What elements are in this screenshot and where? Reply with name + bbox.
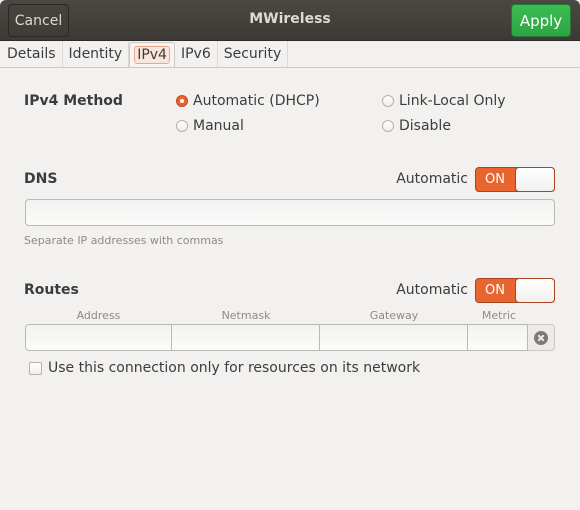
radio-unchecked-icon [176, 120, 188, 132]
dns-label: DNS [24, 171, 58, 187]
radio-disable[interactable]: Disable [382, 118, 451, 134]
radio-label: Disable [399, 118, 451, 134]
switch-state-text: ON [485, 283, 505, 298]
tab-identity[interactable]: Identity [63, 41, 130, 67]
ipv4-method-label: IPv4 Method [24, 93, 123, 109]
radio-manual[interactable]: Manual [176, 118, 244, 134]
delete-route-button[interactable] [528, 324, 555, 351]
tab-ipv6[interactable]: IPv6 [175, 41, 218, 67]
tab-security[interactable]: Security [218, 41, 289, 67]
tab-label: Identity [68, 46, 123, 62]
checkbox-label: Use this connection only for resources o… [48, 360, 421, 376]
tab-label: Details [7, 46, 56, 62]
switch-state-text: ON [485, 172, 505, 187]
routes-automatic-switch[interactable]: ON [475, 278, 555, 303]
tab-label: Security [223, 46, 282, 62]
radio-checked-icon [176, 95, 188, 107]
switch-knob [515, 278, 555, 303]
column-header-netmask: Netmask [221, 309, 271, 322]
radio-automatic-dhcp[interactable]: Automatic (DHCP) [176, 93, 320, 109]
route-row [25, 324, 555, 351]
switch-knob [515, 167, 555, 192]
only-resources-checkbox[interactable]: Use this connection only for resources o… [29, 360, 420, 376]
routes-label: Routes [24, 282, 79, 298]
dns-hint: Separate IP addresses with commas [24, 234, 224, 247]
close-circle-icon [534, 330, 548, 345]
tab-details[interactable]: Details [0, 41, 63, 67]
route-netmask-input[interactable] [172, 324, 320, 351]
column-header-metric: Metric [481, 309, 517, 322]
route-address-input[interactable] [25, 324, 172, 351]
header-bar: Cancel MWireless Apply [0, 0, 580, 41]
tab-ipv4[interactable]: IPv4 [129, 42, 175, 67]
radio-link-local-only[interactable]: Link-Local Only [382, 93, 506, 109]
tab-bar: Details Identity IPv4 IPv6 Security [0, 41, 580, 68]
radio-label: Link-Local Only [399, 93, 506, 109]
route-gateway-input[interactable] [320, 324, 468, 351]
dns-automatic-switch[interactable]: ON [475, 167, 555, 192]
tab-label: IPv4 [134, 46, 170, 64]
apply-button[interactable]: Apply [511, 4, 571, 37]
radio-label: Manual [193, 118, 244, 134]
tab-label: IPv6 [180, 46, 211, 62]
route-metric-input[interactable] [468, 324, 528, 351]
dns-input[interactable] [25, 199, 555, 226]
routes-automatic-label: Automatic [396, 282, 468, 298]
column-header-address: Address [76, 309, 121, 322]
window-title: MWireless [249, 11, 331, 27]
dns-automatic-label: Automatic [396, 171, 468, 187]
radio-unchecked-icon [382, 95, 394, 107]
checkbox-unchecked-icon [29, 361, 42, 375]
column-header-gateway: Gateway [369, 309, 419, 322]
radio-label: Automatic (DHCP) [193, 93, 320, 109]
radio-unchecked-icon [382, 120, 394, 132]
